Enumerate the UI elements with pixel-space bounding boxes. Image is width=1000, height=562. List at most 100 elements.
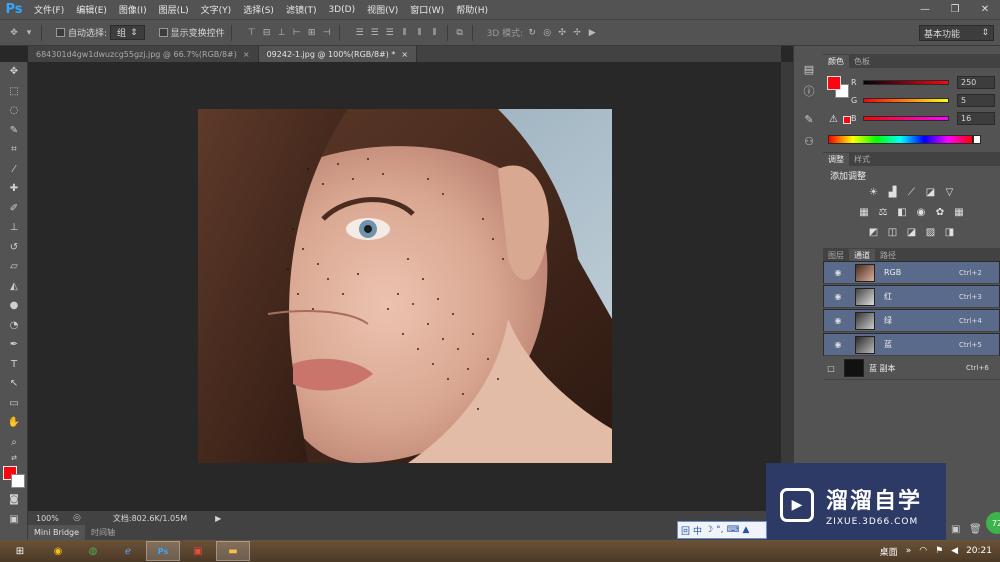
photo-filter-icon[interactable]: ◉ <box>915 206 927 218</box>
blue-slider[interactable] <box>863 115 949 121</box>
brush-panel-icon[interactable]: ✎ <box>794 108 824 130</box>
menu-filter[interactable]: 滤镜(T) <box>280 3 323 16</box>
visibility-toggle[interactable]: □ <box>823 364 839 373</box>
screen-mode-icon[interactable]: ▣ <box>0 510 28 530</box>
ime-settings-icon[interactable]: ▲ <box>742 525 749 535</box>
paint-bucket-tool-icon[interactable]: ◭ <box>0 277 28 297</box>
close-icon[interactable]: × <box>401 50 408 59</box>
exposure-icon[interactable]: ◪ <box>925 186 937 198</box>
restore-button[interactable]: ❐ <box>940 0 970 19</box>
channel-row-rgb[interactable]: ◉ RGB Ctrl+2 <box>823 261 1000 284</box>
flag-icon[interactable]: ⚑ <box>935 546 943 556</box>
clone-stamp-tool-icon[interactable]: ⊥ <box>0 218 28 238</box>
channel-row-red[interactable]: ◉ 红 Ctrl+3 <box>823 285 1000 308</box>
green-value-field[interactable]: 5 <box>957 93 995 107</box>
menu-help[interactable]: 帮助(H) <box>450 3 494 16</box>
properties-panel-icon[interactable]: ⓘ <box>794 80 824 102</box>
3d-roll-icon[interactable]: ◎ <box>541 27 553 39</box>
history-panel-icon[interactable]: ▤ <box>794 58 824 80</box>
tab-document-1[interactable]: 684301d4gw1dwuzcg55gzj.jpg @ 66.7%(RGB/8… <box>28 46 259 62</box>
zoom-tool-icon[interactable]: ⌕ <box>0 433 28 453</box>
red-value-field[interactable]: 250 <box>957 75 995 89</box>
tray-chevron-icon[interactable]: » <box>906 546 912 556</box>
history-brush-tool-icon[interactable]: ↺ <box>0 238 28 258</box>
menu-3d[interactable]: 3D(D) <box>322 5 361 15</box>
tab-timeline[interactable]: 时间轴 <box>85 525 121 540</box>
share-icon[interactable]: ◎ <box>71 512 83 524</box>
menu-layer[interactable]: 图层(L) <box>153 3 195 16</box>
close-icon[interactable]: × <box>243 50 250 59</box>
3d-scale-icon[interactable]: ▶ <box>586 27 598 39</box>
align-bottom-icon[interactable]: ⊥ <box>276 27 288 39</box>
workspace-dropdown[interactable]: 基本功能 ⇕ <box>919 25 994 41</box>
gamut-warning-icon[interactable]: ⚠ <box>829 114 838 125</box>
color-lookup-icon[interactable]: ▦ <box>953 206 965 218</box>
taskbar-photoshop[interactable]: Ps <box>146 541 180 561</box>
menu-edit[interactable]: 编辑(E) <box>70 3 113 16</box>
taskbar-chrome[interactable]: ◉ <box>41 541 75 561</box>
dodge-tool-icon[interactable]: ◔ <box>0 316 28 336</box>
move-tool-icon[interactable]: ✥ <box>0 62 28 82</box>
channel-mixer-icon[interactable]: ✿ <box>934 206 946 218</box>
tab-color[interactable]: 颜色 <box>823 55 849 68</box>
half-width-icon[interactable]: ☽ <box>705 525 713 535</box>
eye-icon[interactable]: ◉ <box>830 340 846 349</box>
align-left-icon[interactable]: ⊢ <box>291 27 303 39</box>
eyedropper-tool-icon[interactable]: ⁄ <box>0 160 28 180</box>
marquee-tool-icon[interactable]: ⬚ <box>0 82 28 102</box>
curves-icon[interactable]: ⟋ <box>906 186 918 198</box>
new-channel-icon[interactable]: ▣ <box>951 524 960 535</box>
ime-language[interactable]: 中 <box>693 524 702 537</box>
channel-row-blue[interactable]: ◉ 蓝 Ctrl+5 <box>823 333 1000 356</box>
menu-view[interactable]: 视图(V) <box>361 3 404 16</box>
menu-file[interactable]: 文件(F) <box>28 3 70 16</box>
channel-row-blue-copy[interactable]: □ 蓝 副本 Ctrl+6 <box>823 357 1000 380</box>
taskbar-360[interactable]: ◍ <box>76 541 110 561</box>
lasso-tool-icon[interactable]: ◌ <box>0 101 28 121</box>
start-button[interactable]: ⊞ <box>0 541 40 561</box>
wifi-icon[interactable]: ◠ <box>919 546 927 556</box>
eraser-tool-icon[interactable]: ▱ <box>0 257 28 277</box>
close-button[interactable]: ✕ <box>970 0 1000 19</box>
green-slider[interactable] <box>863 97 949 103</box>
align-right-icon[interactable]: ⊣ <box>321 27 333 39</box>
punctuation-icon[interactable]: °, <box>716 525 723 535</box>
ime-logo-icon[interactable]: 回 <box>681 524 690 537</box>
menu-window[interactable]: 窗口(W) <box>404 3 450 16</box>
brightness-contrast-icon[interactable]: ☀ <box>868 186 880 198</box>
3d-rotate-icon[interactable]: ↻ <box>526 27 538 39</box>
gamut-color-chip[interactable] <box>843 116 851 124</box>
distribute-bottom-icon[interactable]: ☰ <box>384 27 396 39</box>
canvas-scrollbar[interactable] <box>781 62 793 525</box>
invert-icon[interactable]: ◩ <box>868 226 880 238</box>
tab-swatches[interactable]: 色板 <box>849 55 875 68</box>
taskbar-media[interactable]: ▣ <box>181 541 215 561</box>
tab-document-2[interactable]: 09242-1.jpg @ 100%(RGB/8#) * × <box>258 46 418 62</box>
clock-time[interactable]: 20:21 <box>966 546 992 556</box>
eye-icon[interactable]: ◉ <box>830 316 846 325</box>
healing-brush-tool-icon[interactable]: ✚ <box>0 179 28 199</box>
auto-select-checkbox[interactable] <box>56 28 65 37</box>
white-swatch[interactable] <box>973 135 981 144</box>
minimize-button[interactable]: — <box>910 0 940 19</box>
menu-type[interactable]: 文字(Y) <box>195 3 238 16</box>
tab-mini-bridge[interactable]: Mini Bridge <box>28 525 86 540</box>
3d-pan-icon[interactable]: ✣ <box>556 27 568 39</box>
quick-select-tool-icon[interactable]: ✎ <box>0 121 28 141</box>
blur-tool-icon[interactable]: ● <box>0 296 28 316</box>
black-white-icon[interactable]: ◧ <box>896 206 908 218</box>
channel-row-green[interactable]: ◉ 绿 Ctrl+4 <box>823 309 1000 332</box>
zoom-level[interactable]: 100% <box>36 514 59 523</box>
brush-tool-icon[interactable]: ✐ <box>0 199 28 219</box>
eye-icon[interactable]: ◉ <box>830 268 846 277</box>
desktop-toolbar-label[interactable]: 桌面 <box>880 545 898 558</box>
taskbar-ie[interactable]: ℯ <box>111 541 145 561</box>
show-transform-checkbox[interactable] <box>158 28 168 37</box>
crop-tool-icon[interactable]: ⌗ <box>0 140 28 160</box>
clone-source-panel-icon[interactable]: ⚇ <box>794 130 824 152</box>
align-top-icon[interactable]: ⊤ <box>246 27 258 39</box>
gradient-map-icon[interactable]: ▨ <box>925 226 937 238</box>
volume-icon[interactable]: ◀ <box>951 546 958 556</box>
hue-saturation-icon[interactable]: ▦ <box>858 206 870 218</box>
tab-styles[interactable]: 样式 <box>849 153 875 166</box>
